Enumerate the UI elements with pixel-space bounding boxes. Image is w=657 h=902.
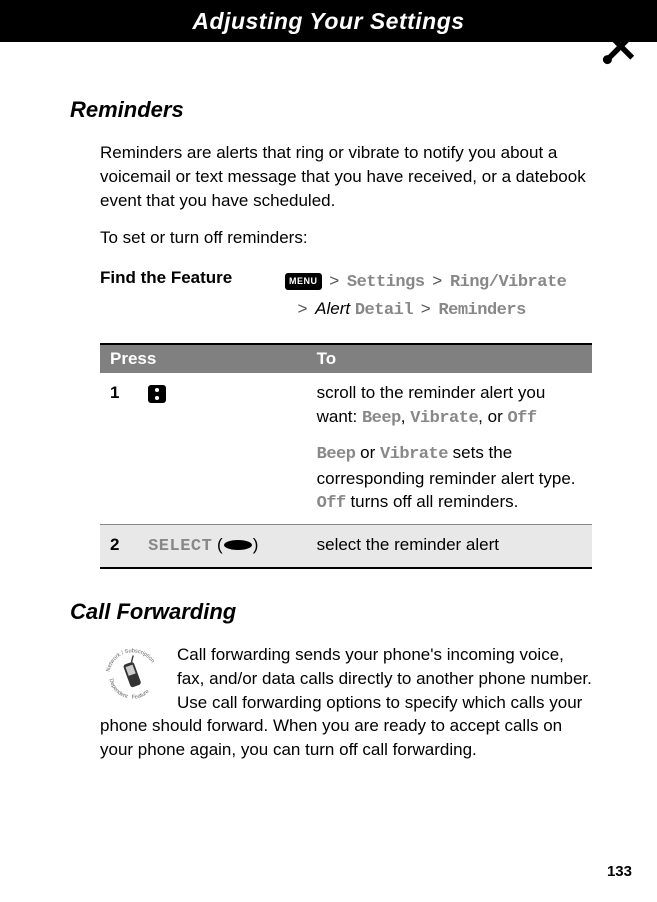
step-number: 1: [100, 373, 138, 524]
table-row: 2 SELECT () select the reminder alert: [100, 525, 592, 568]
find-feature-label: Find the Feature: [100, 268, 285, 323]
path-alert: Alert: [315, 299, 350, 318]
path-ring-vibrate: Ring/Vibrate: [450, 273, 566, 292]
table-row: 1 scroll to the reminder alert you want:…: [100, 373, 592, 524]
steps-table: Press To 1 scroll to the reminder alert …: [100, 343, 592, 569]
callfw-text: Call forwarding sends your phone's incom…: [100, 645, 592, 759]
header-bar: Adjusting Your Settings: [0, 0, 657, 42]
page-title: Adjusting Your Settings: [192, 8, 464, 35]
path-settings: Settings: [347, 273, 425, 292]
scroll-key-icon: [148, 385, 166, 403]
reminders-heading: Reminders: [70, 97, 592, 123]
step-number: 2: [100, 525, 138, 568]
breadcrumb-sep: >: [432, 271, 442, 290]
path-reminders: Reminders: [438, 301, 525, 320]
path-detail: Detail: [355, 301, 413, 320]
page-number: 133: [607, 863, 632, 880]
find-feature-block: Find the Feature MENU > Settings > Ring/…: [100, 268, 592, 323]
col-press: Press: [100, 344, 307, 373]
reminders-instruction: To set or turn off reminders:: [100, 226, 592, 250]
reminders-intro: Reminders are alerts that ring or vibrat…: [100, 141, 592, 212]
network-feature-icon: Network / Subscription Dependent Feature: [100, 643, 165, 708]
softkey-icon: [223, 534, 253, 558]
step-press: SELECT (): [138, 525, 307, 568]
callfw-paragraph: Network / Subscription Dependent Feature…: [100, 643, 592, 762]
menu-button-icon: MENU: [285, 273, 322, 291]
breadcrumb-sep: >: [421, 299, 431, 318]
step-desc: scroll to the reminder alert you want: B…: [307, 373, 592, 524]
breadcrumb-sep: >: [329, 271, 339, 290]
breadcrumb-sep: >: [297, 299, 307, 318]
content-area: Reminders Reminders are alerts that ring…: [0, 42, 657, 782]
callfw-heading: Call Forwarding: [70, 599, 592, 625]
step-press: [138, 373, 307, 524]
tools-icon: [597, 25, 642, 70]
find-feature-path: MENU > Settings > Ring/Vibrate > Alert D…: [285, 268, 566, 323]
select-label: SELECT: [148, 537, 212, 556]
step-desc: select the reminder alert: [307, 525, 592, 568]
col-to: To: [307, 344, 592, 373]
